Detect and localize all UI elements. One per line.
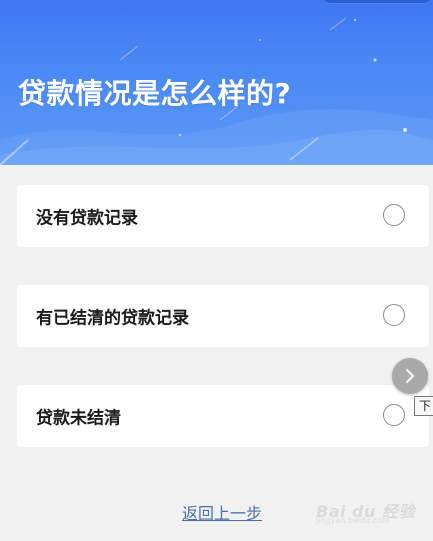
question-title: 贷款情况是怎么样的? (18, 77, 292, 110)
option-settled-loan-record[interactable]: 有已结清的贷款记录 (17, 285, 429, 347)
next-button[interactable] (392, 358, 428, 394)
radio-button[interactable] (383, 304, 405, 326)
option-label: 贷款未结清 (36, 408, 121, 429)
back-link[interactable]: 返回上一步 (182, 500, 262, 524)
top-pill-decoration (322, 0, 432, 4)
radio-button[interactable] (383, 204, 405, 226)
watermark-subtext: jingyan.baidu.com (316, 516, 390, 525)
question-header: 贷款情况是怎么样的? (0, 0, 433, 165)
baidu-jingyan-watermark: Bai du 经验 jingyan.baidu.com (316, 488, 414, 528)
option-label: 有已结清的贷款记录 (36, 308, 189, 329)
option-label: 没有贷款记录 (36, 208, 138, 229)
option-no-loan-record[interactable]: 没有贷款记录 (17, 185, 429, 247)
chevron-right-icon (406, 369, 414, 383)
next-tooltip: 下 (414, 396, 433, 416)
radio-button[interactable] (383, 404, 405, 426)
option-loan-outstanding[interactable]: 贷款未结清 (17, 385, 429, 447)
